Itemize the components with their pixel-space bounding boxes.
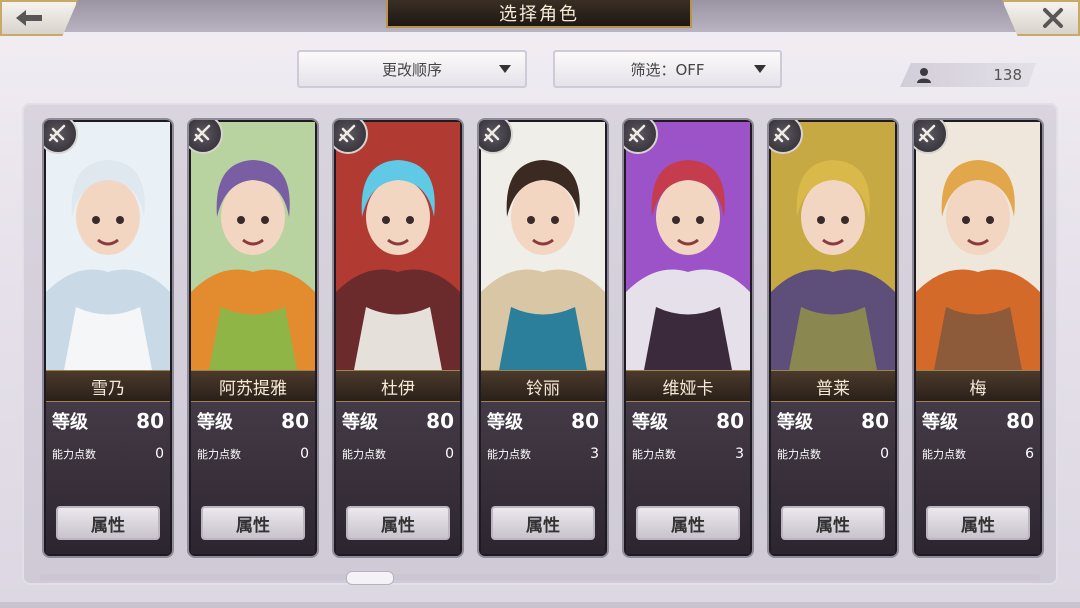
character-name: 杜伊: [336, 370, 460, 402]
level-label: 等级: [52, 412, 88, 433]
character-card[interactable]: 雪乃 等级 80 能力点数 0 属性: [44, 120, 172, 556]
ability-points-label: 能力点数: [487, 448, 531, 461]
character-card[interactable]: 梅 等级 80 能力点数 6 属性: [914, 120, 1042, 556]
user-icon: [917, 68, 931, 83]
character-name: 梅: [916, 370, 1040, 402]
filter-dropdown[interactable]: 筛选：OFF: [553, 50, 782, 88]
chevron-down-icon: [499, 65, 511, 73]
character-portrait: [46, 122, 170, 370]
level-row: 等级 80: [197, 408, 309, 434]
character-card[interactable]: 普莱 等级 80 能力点数 0 属性: [769, 120, 897, 556]
character-portrait: [626, 122, 750, 370]
scrollbar-thumb[interactable]: [346, 571, 394, 585]
attributes-button[interactable]: 属性: [56, 506, 160, 540]
ability-points-value: 3: [735, 446, 744, 462]
level-row: 等级 80: [487, 408, 599, 434]
ability-points-value: 3: [590, 446, 599, 462]
roster-count-value: 138: [993, 66, 1022, 84]
character-card[interactable]: 维娅卡 等级 80 能力点数 3 属性: [624, 120, 752, 556]
level-row: 等级 80: [52, 408, 164, 434]
chevron-down-icon: [754, 65, 766, 73]
character-name: 铃丽: [481, 370, 605, 402]
ability-points-row: 能力点数 3: [487, 446, 599, 462]
character-name: 雪乃: [46, 370, 170, 402]
ability-points-row: 能力点数 0: [52, 446, 164, 462]
character-name: 普莱: [771, 370, 895, 402]
level-value: 80: [1006, 409, 1034, 433]
character-portrait: [336, 122, 460, 370]
level-label: 等级: [632, 412, 668, 433]
level-label: 等级: [777, 412, 813, 433]
character-card[interactable]: 铃丽 等级 80 能力点数 3 属性: [479, 120, 607, 556]
attributes-button[interactable]: 属性: [491, 506, 595, 540]
ability-points-value: 0: [445, 446, 454, 462]
level-value: 80: [716, 409, 744, 433]
character-name: 维娅卡: [626, 370, 750, 402]
level-row: 等级 80: [777, 408, 889, 434]
level-value: 80: [571, 409, 599, 433]
attributes-button[interactable]: 属性: [201, 506, 305, 540]
bottom-border: [0, 602, 1080, 608]
character-name: 阿苏提雅: [191, 370, 315, 402]
ability-points-label: 能力点数: [777, 448, 821, 461]
level-row: 等级 80: [342, 408, 454, 434]
roster-count: 138: [900, 63, 1036, 87]
ability-points-value: 0: [880, 446, 889, 462]
ability-points-value: 0: [155, 446, 164, 462]
level-value: 80: [136, 409, 164, 433]
page-title: 选择角色: [386, 0, 692, 28]
ability-points-label: 能力点数: [922, 448, 966, 461]
ability-points-value: 0: [300, 446, 309, 462]
back-arrow-icon: [16, 10, 42, 26]
ability-points-row: 能力点数 6: [922, 446, 1034, 462]
level-value: 80: [426, 409, 454, 433]
level-label: 等级: [922, 412, 958, 433]
attributes-button[interactable]: 属性: [346, 506, 450, 540]
character-portrait: [191, 122, 315, 370]
character-portrait: [771, 122, 895, 370]
character-portrait: [916, 122, 1040, 370]
character-card[interactable]: 阿苏提雅 等级 80 能力点数 0 属性: [189, 120, 317, 556]
horizontal-scrollbar[interactable]: [40, 571, 1040, 585]
ability-points-row: 能力点数 0: [342, 446, 454, 462]
attributes-button[interactable]: 属性: [926, 506, 1030, 540]
attributes-button[interactable]: 属性: [781, 506, 885, 540]
ability-points-label: 能力点数: [342, 448, 386, 461]
level-value: 80: [861, 409, 889, 433]
level-label: 等级: [342, 412, 378, 433]
close-icon: [1043, 8, 1063, 28]
character-card[interactable]: 杜伊 等级 80 能力点数 0 属性: [334, 120, 462, 556]
ability-points-label: 能力点数: [632, 448, 676, 461]
ability-points-row: 能力点数 0: [197, 446, 309, 462]
ability-points-label: 能力点数: [197, 448, 241, 461]
ability-points-value: 6: [1025, 446, 1034, 462]
level-label: 等级: [487, 412, 523, 433]
ability-points-row: 能力点数 0: [777, 446, 889, 462]
level-row: 等级 80: [632, 408, 744, 434]
character-portrait: [481, 122, 605, 370]
ability-points-row: 能力点数 3: [632, 446, 744, 462]
level-row: 等级 80: [922, 408, 1034, 434]
attributes-button[interactable]: 属性: [636, 506, 740, 540]
filter-label: 筛选：OFF: [630, 60, 705, 79]
sort-order-dropdown[interactable]: 更改顺序: [297, 50, 527, 88]
ability-points-label: 能力点数: [52, 448, 96, 461]
level-label: 等级: [197, 412, 233, 433]
level-value: 80: [281, 409, 309, 433]
sort-order-label: 更改顺序: [381, 60, 442, 79]
